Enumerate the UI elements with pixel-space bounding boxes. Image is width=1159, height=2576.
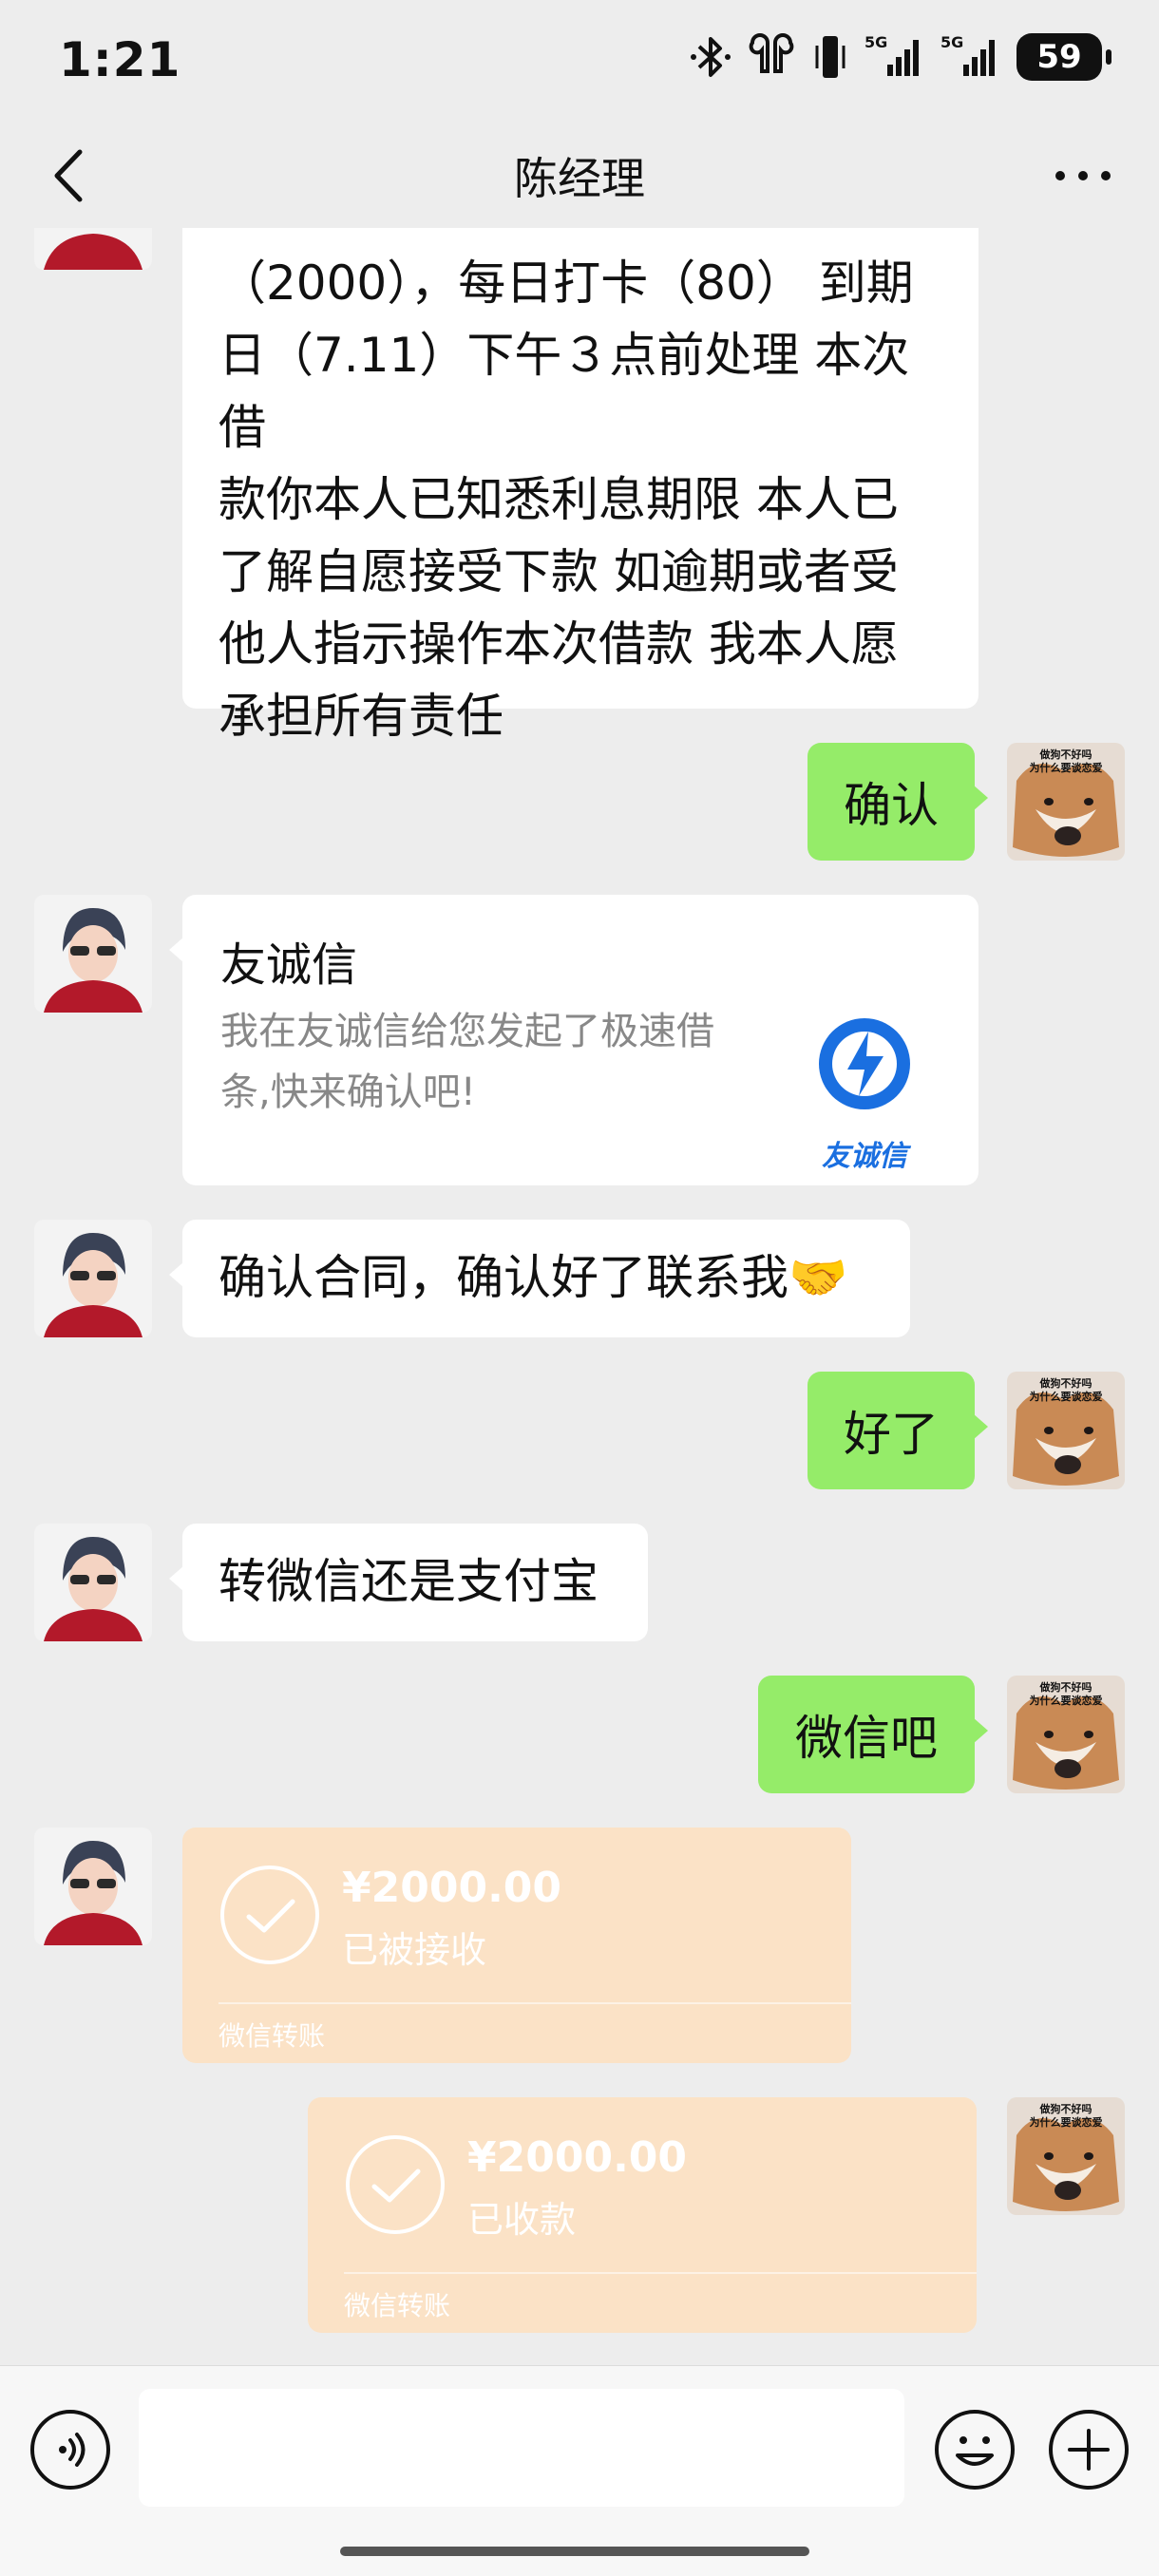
avatar-portrait <box>34 895 152 1013</box>
card-description: 我在友诚信给您发起了极速借条,快来确认吧! <box>220 1010 714 1114</box>
message-text: 确认 <box>844 778 939 833</box>
message-text-line: （2000），每日打卡（80） 到期 <box>218 256 914 311</box>
plus-icon <box>1068 2429 1110 2471</box>
svg-text:为什么要谈恋爱: 为什么要谈恋爱 <box>1030 761 1103 774</box>
message-text-line: 日（7.11）下午３点前处理 本次借 <box>218 328 910 455</box>
message-bubble-sent[interactable]: 好了 <box>808 1372 988 1489</box>
message-text-line: 他人指示操作本次借款 我本人愿 <box>218 616 899 672</box>
voice-input-button[interactable] <box>30 2410 110 2490</box>
youchengxin-logo: 友诚信 <box>808 1014 922 1173</box>
avatar-portrait <box>34 1524 152 1641</box>
transfer-status: 已被接收 <box>342 1929 487 1971</box>
message-bubble-sent[interactable]: 确认 <box>808 743 988 861</box>
contact-avatar[interactable] <box>34 1524 152 1641</box>
message-bubble-received[interactable]: 确认合同，确认好了联系我🤝 <box>169 1220 910 1337</box>
chat-header: 陈经理 <box>0 123 1159 228</box>
my-avatar[interactable]: 做狗不好吗 为什么要谈恋爱 <box>1007 2097 1125 2215</box>
bluetooth-icon <box>690 30 732 84</box>
divider <box>218 2002 851 2004</box>
page-title: 陈经理 <box>514 153 645 204</box>
status-bar: 1:21 5G 5G 59 <box>0 0 1159 123</box>
voice-icon <box>59 2433 86 2467</box>
message-text: 微信吧 <box>795 1711 938 1766</box>
contact-avatar[interactable] <box>34 228 152 270</box>
signal-5g-icon-2: 5G <box>940 30 1001 84</box>
message-input[interactable] <box>139 2389 904 2507</box>
message-bubble-sent[interactable]: 微信吧 <box>758 1676 988 1793</box>
dog-sticker-avatar: 做狗不好吗为什么要谈恋爱 <box>1007 2097 1125 2215</box>
smiley-icon <box>956 2436 994 2466</box>
emoji-button[interactable] <box>935 2410 1015 2490</box>
input-bar <box>0 2365 1159 2576</box>
contact-avatar[interactable] <box>34 1220 152 1337</box>
contact-avatar[interactable] <box>34 1828 152 1945</box>
card-title: 友诚信 <box>220 938 358 992</box>
avatar-portrait <box>34 1828 152 1945</box>
transfer-footer: 微信转账 <box>344 2290 451 2321</box>
svg-text:做狗不好吗: 做狗不好吗 <box>1039 2102 1092 2115</box>
message-text-line: 款你本人已知悉利息期限 本人已 <box>218 472 899 527</box>
vibrate-icon <box>811 30 849 84</box>
svg-text:为什么要谈恋爱: 为什么要谈恋爱 <box>1030 1390 1103 1403</box>
status-icons: 5G 5G 59 <box>690 28 1112 85</box>
svg-text:5G: 5G <box>940 33 963 51</box>
svg-text:做狗不好吗: 做狗不好吗 <box>1039 1680 1092 1694</box>
message-text: 好了 <box>844 1407 939 1462</box>
svg-text:做狗不好吗: 做狗不好吗 <box>1039 748 1092 761</box>
dog-sticker-avatar: 做狗不好吗为什么要谈恋爱 <box>1007 1676 1125 1793</box>
transfer-card-received[interactable]: ¥2000.00 已被接收 微信转账 <box>182 1828 851 2063</box>
home-indicator <box>340 2547 809 2556</box>
transfer-card-sent[interactable]: ¥2000.00 已收款 微信转账 <box>308 2097 977 2333</box>
more-button[interactable] <box>1045 142 1121 209</box>
svg-text:5G: 5G <box>864 33 887 51</box>
more-actions-button[interactable] <box>1049 2410 1129 2490</box>
message-text: 转微信还是支付宝 <box>218 1554 598 1609</box>
more-dots-icon <box>1055 171 1111 180</box>
message-text-line: 了解自愿接受下款 如逾期或者受 <box>218 544 899 599</box>
message-text-line: 承担所有责任 <box>218 689 504 744</box>
message-text: 确认合同，确认好了联系我🤝 <box>218 1250 848 1305</box>
transfer-amount: ¥2000.00 <box>467 2133 688 2182</box>
check-circle-icon <box>346 2135 445 2234</box>
svg-text:为什么要谈恋爱: 为什么要谈恋爱 <box>1030 2115 1103 2129</box>
my-avatar[interactable]: 做狗不好吗 为什么要谈恋爱 <box>1007 1372 1125 1489</box>
check-circle-icon <box>220 1866 319 1964</box>
svg-text:做狗不好吗: 做狗不好吗 <box>1039 1376 1092 1390</box>
link-card-message[interactable]: 友诚信 我在友诚信给您发起了极速借条,快来确认吧! 友诚信 <box>169 895 978 1185</box>
message-bubble-received[interactable]: （2000），每日打卡（80） 到期 日（7.11）下午３点前处理 本次借 款你… <box>182 228 978 744</box>
battery-indicator: 59 <box>1016 33 1112 81</box>
contact-avatar[interactable] <box>34 895 152 1013</box>
dog-sticker-avatar: 做狗不好吗为什么要谈恋爱 <box>1007 743 1125 861</box>
message-list[interactable]: （2000），每日打卡（80） 到期 日（7.11）下午３点前处理 本次借 款你… <box>0 228 1159 2365</box>
status-time: 1:21 <box>59 32 181 87</box>
dog-sticker-avatar: 做狗不好吗为什么要谈恋爱 <box>1007 1372 1125 1489</box>
divider <box>344 2272 977 2274</box>
message-bubble-received[interactable]: 转微信还是支付宝 <box>169 1524 648 1641</box>
logo-text: 友诚信 <box>822 1140 907 1173</box>
earbuds-icon <box>747 30 796 84</box>
svg-text:为什么要谈恋爱: 为什么要谈恋爱 <box>1030 1694 1103 1707</box>
transfer-status: 已收款 <box>467 2199 577 2241</box>
my-avatar[interactable]: 做狗不好吗 为什么要谈恋爱 <box>1007 1676 1125 1793</box>
transfer-amount: ¥2000.00 <box>342 1864 562 1912</box>
signal-5g-icon-1: 5G <box>864 30 925 84</box>
my-avatar[interactable]: 做狗不好吗 为什么要谈恋爱 <box>1007 743 1125 861</box>
avatar-portrait <box>34 1220 152 1337</box>
transfer-footer: 微信转账 <box>218 2020 326 2052</box>
